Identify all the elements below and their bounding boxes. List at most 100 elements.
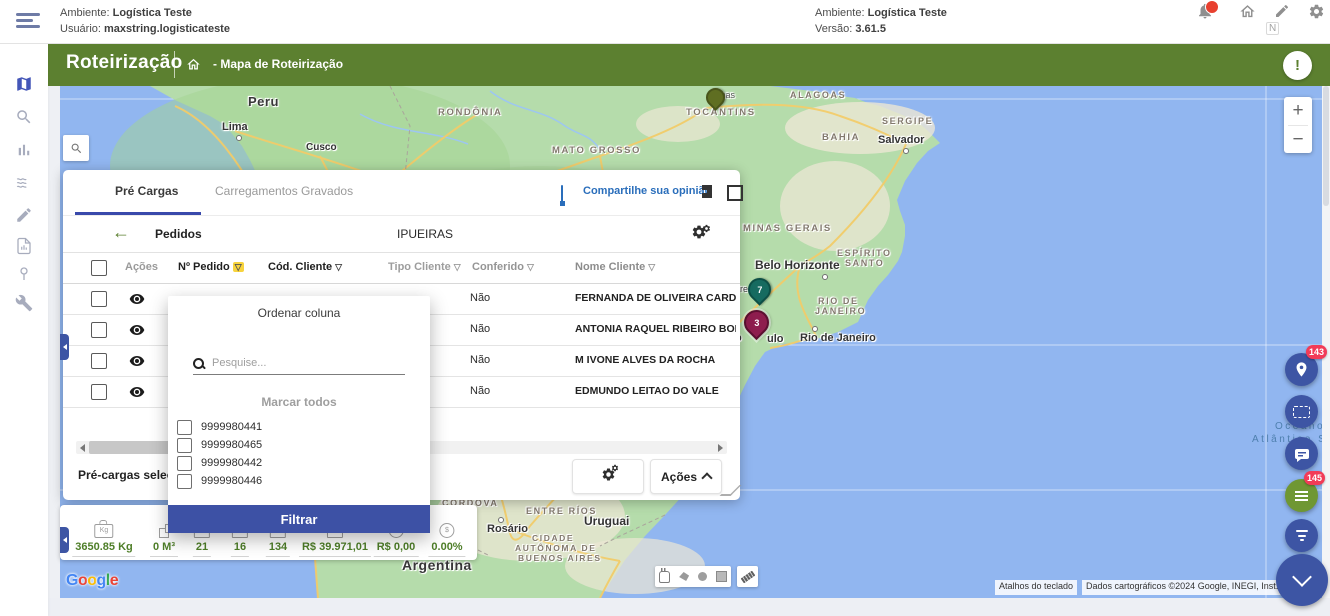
module-title: Roteirização xyxy=(66,52,183,74)
version-info: Ambiente: Logística Teste Versão: 3.61.5 xyxy=(815,5,947,37)
filter-option[interactable]: 9999980446 xyxy=(177,472,421,490)
usuario-label: Usuário: xyxy=(60,23,101,35)
draw-polygon-icon[interactable] xyxy=(679,572,689,581)
stat-percent: $0.00% xyxy=(428,509,465,557)
header-cod-cliente[interactable]: Cód. Cliente▽ xyxy=(268,261,342,273)
view-eye-icon[interactable] xyxy=(129,384,145,400)
scroll-left-arrow[interactable] xyxy=(80,444,85,452)
draw-circle-icon[interactable] xyxy=(698,572,707,581)
filter-funnel-icon[interactable]: ▽ xyxy=(648,262,655,272)
row-checkbox[interactable] xyxy=(91,353,107,369)
fab-collapse-button[interactable] xyxy=(1276,554,1328,606)
dropdown-title: Ordenar coluna xyxy=(168,306,430,320)
option-label: 9999980446 xyxy=(201,475,262,487)
row-checkbox[interactable] xyxy=(91,291,107,307)
sidebar-edit-icon[interactable] xyxy=(15,206,33,224)
filter-search-input[interactable] xyxy=(210,356,405,370)
map-label-rosario: Rosário xyxy=(487,523,528,535)
sidebar-tools-icon[interactable] xyxy=(15,294,33,312)
measure-button[interactable] xyxy=(737,566,758,587)
option-label: 9999980441 xyxy=(201,421,262,433)
scrollbar-thumb[interactable] xyxy=(1323,86,1329,206)
sidebar-report-icon[interactable] xyxy=(15,237,33,255)
panel-resize-handle[interactable] xyxy=(720,485,742,496)
column-settings-icon[interactable] xyxy=(691,227,707,244)
header-nome-cliente[interactable]: Nome Cliente▽ xyxy=(575,261,655,273)
draw-rectangle-icon[interactable] xyxy=(716,571,727,582)
settings-gear-icon[interactable] xyxy=(1308,3,1325,20)
option-checkbox[interactable] xyxy=(177,474,192,489)
sidebar-chart-icon[interactable] xyxy=(15,141,33,159)
footer-settings-button[interactable] xyxy=(572,459,644,494)
map-label-uruguai: Uruguai xyxy=(584,514,629,528)
app-bar: Roteirização - Mapa de Roteirização ! xyxy=(48,43,1330,86)
home-icon[interactable] xyxy=(1239,3,1256,20)
view-eye-icon[interactable] xyxy=(129,291,145,307)
pedidos-title: Pedidos xyxy=(155,227,202,241)
list-count-badge: 145 xyxy=(1304,471,1325,485)
option-checkbox[interactable] xyxy=(177,438,192,453)
map-search-button[interactable] xyxy=(63,135,89,161)
filtrar-button[interactable]: Filtrar xyxy=(168,505,430,533)
panel-collapse-tab[interactable] xyxy=(60,334,69,360)
scroll-right-arrow[interactable] xyxy=(718,444,723,452)
stats-collapse-tab[interactable] xyxy=(60,527,69,553)
filter-option[interactable]: 9999980465 xyxy=(177,436,421,454)
sidebar-map-icon[interactable] xyxy=(15,75,33,93)
select-all-checkbox[interactable] xyxy=(91,260,107,276)
header-acoes: Ações xyxy=(125,261,158,273)
filter-funnel-icon-active[interactable]: ▽ xyxy=(233,262,244,272)
map-label-salvador: Salvador xyxy=(878,134,924,146)
search-icon xyxy=(70,142,83,155)
acoes-button[interactable]: Ações xyxy=(650,459,722,494)
header-conferido[interactable]: Conferido▽ xyxy=(472,261,534,273)
conferido-cell: Não xyxy=(470,354,490,366)
option-checkbox[interactable] xyxy=(177,420,192,435)
alert-button[interactable]: ! xyxy=(1283,51,1312,80)
view-eye-icon[interactable] xyxy=(129,353,145,369)
fab-filter-button[interactable] xyxy=(1285,519,1318,552)
tab-carregamentos-gravados[interactable]: Carregamentos Gravados xyxy=(215,184,353,198)
feedback-link[interactable]: Compartilhe sua opinião xyxy=(583,185,711,197)
view-eye-icon[interactable] xyxy=(129,322,145,338)
map-label-sergipe: SERGIPE xyxy=(882,116,933,126)
filter-option[interactable]: 9999980442 xyxy=(177,454,421,472)
map-label-minas-gerais: MINAS GERAIS xyxy=(743,223,832,234)
nome-cell: ANTONIA RAQUEL RIBEIRO BOM xyxy=(575,323,736,335)
stat-weight: Kg3650.85 Kg xyxy=(72,509,135,557)
filter-funnel-icon[interactable]: ▽ xyxy=(454,262,461,272)
sidebar-pin-icon[interactable] xyxy=(15,265,33,283)
page-scrollbar[interactable] xyxy=(1322,86,1330,598)
header-n-pedido[interactable]: Nº Pedido▽ xyxy=(178,261,244,273)
map-label-cidade: CIDADE xyxy=(532,533,574,543)
belo-horizonte-city-dot xyxy=(822,274,828,280)
hamburger-menu-icon[interactable] xyxy=(16,13,40,29)
sidebar-search-icon[interactable] xyxy=(15,108,33,126)
option-checkbox[interactable] xyxy=(177,456,192,471)
row-checkbox[interactable] xyxy=(91,384,107,400)
filter-option[interactable]: 9999980441 xyxy=(177,418,421,436)
conferido-cell: Não xyxy=(470,323,490,335)
back-button[interactable]: ← xyxy=(112,222,130,243)
fab-chat-button[interactable] xyxy=(1285,437,1318,470)
top-bar: Ambiente: Logística Teste Usuário: maxst… xyxy=(0,0,1330,44)
breadcrumb-home-icon[interactable] xyxy=(186,57,201,72)
map-label-lima: Lima xyxy=(222,121,248,133)
edit-pencil-icon[interactable] xyxy=(1274,3,1290,19)
fab-select-area-button[interactable] xyxy=(1285,395,1318,428)
list-icon xyxy=(1295,491,1308,493)
environment-info: Ambiente: Logística Teste Usuário: maxst… xyxy=(60,5,230,37)
filter-funnel-icon[interactable]: ▽ xyxy=(527,262,534,272)
pan-hand-icon[interactable] xyxy=(659,571,670,583)
tab-pre-cargas[interactable]: Pré Cargas xyxy=(115,184,178,198)
sidebar-routes-icon[interactable] xyxy=(15,174,33,192)
zoom-in-button[interactable]: + xyxy=(1284,97,1312,125)
maximize-icon[interactable] xyxy=(727,185,743,201)
header-tipo-cliente[interactable]: Tipo Cliente▽ xyxy=(388,261,461,273)
map-label-belo-horizonte: Belo Horizonte xyxy=(755,258,840,272)
filter-funnel-icon[interactable]: ▽ xyxy=(335,262,342,272)
zoom-out-button[interactable]: − xyxy=(1284,126,1312,154)
row-checkbox[interactable] xyxy=(91,322,107,338)
keyboard-shortcuts-link[interactable]: Atalhos do teclado xyxy=(995,580,1077,595)
select-all-label[interactable]: Marcar todos xyxy=(168,395,430,409)
